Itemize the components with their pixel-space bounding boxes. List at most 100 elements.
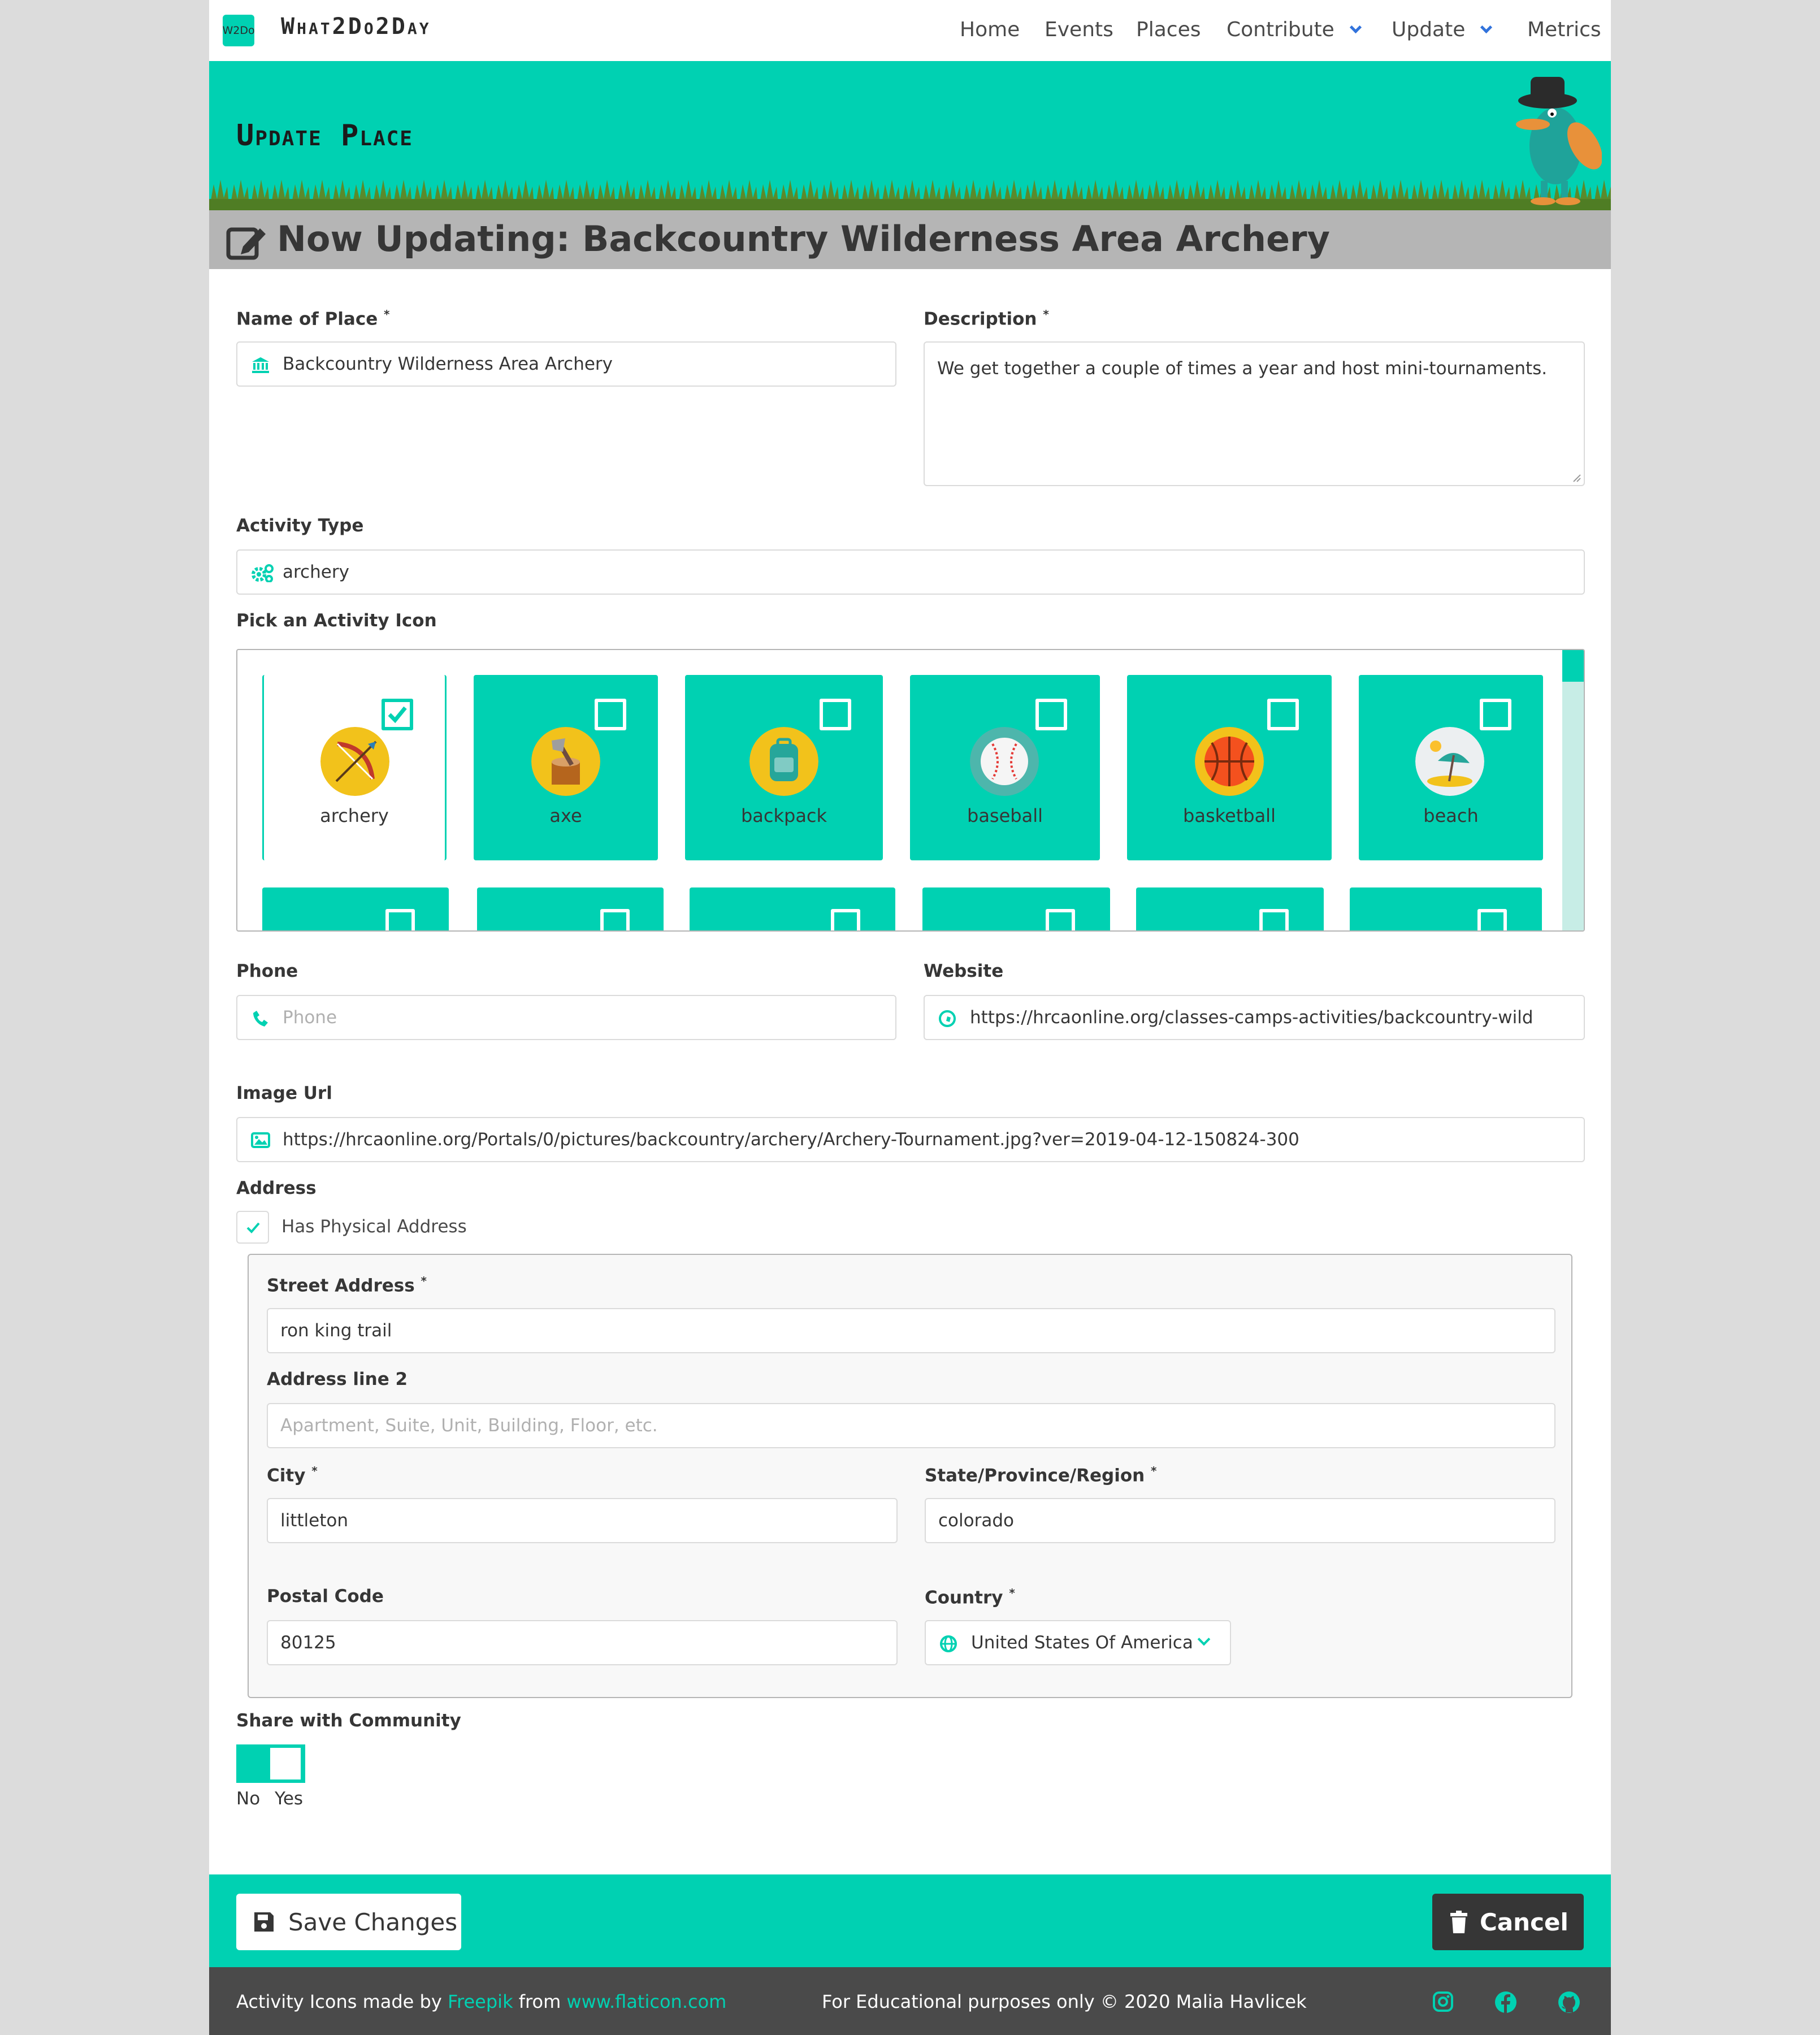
credit-from: from <box>518 1991 561 2012</box>
freepik-link[interactable]: Freepik <box>448 1991 513 2012</box>
street-input[interactable]: ron king trail <box>267 1308 1555 1353</box>
activity-type-input[interactable]: archery <box>236 549 1585 595</box>
icon-card[interactable] <box>690 887 895 930</box>
description-textarea[interactable]: We get together a couple of times a year… <box>924 341 1585 486</box>
postal-input[interactable]: 80125 <box>267 1620 898 1665</box>
address-label: Address <box>236 1178 317 1198</box>
street-label: Street Address * <box>267 1274 427 1296</box>
name-value: Backcountry Wilderness Area Archery <box>283 354 613 374</box>
page-title: Now Updating: Backcountry Wilderness Are… <box>277 218 1330 259</box>
platypus-mascot-icon <box>1516 77 1602 205</box>
scrollbar-track[interactable] <box>1562 650 1584 930</box>
icon-picker[interactable]: archery axe backpack baseball basketball… <box>236 649 1585 932</box>
name-label: Name of Place * <box>236 308 390 330</box>
checkbox-unchecked[interactable] <box>831 909 860 930</box>
beach-icon <box>1415 727 1484 796</box>
icon-card[interactable] <box>922 887 1110 930</box>
image-icon <box>251 1132 270 1148</box>
footer-copyright: For Educational purposes only © 2020 Mal… <box>822 1991 1307 2012</box>
image-url-input[interactable]: https://hrcaonline.org/Portals/0/picture… <box>236 1117 1585 1162</box>
flaticon-link[interactable]: www.flaticon.com <box>566 1991 726 2012</box>
city-label: City * <box>267 1464 318 1486</box>
github-icon[interactable] <box>1558 1991 1580 2014</box>
address-line2-input[interactable]: Apartment, Suite, Unit, Building, Floor,… <box>267 1403 1555 1448</box>
icon-card-label: baseball <box>967 805 1043 826</box>
cancel-button[interactable]: Cancel <box>1432 1894 1584 1950</box>
nav-metrics[interactable]: Metrics <box>1527 18 1601 41</box>
logo[interactable]: W2Do <box>222 15 255 46</box>
image-url-value: https://hrcaonline.org/Portals/0/picture… <box>283 1129 1299 1150</box>
check-icon <box>388 706 407 724</box>
description-value: We get together a couple of times a year… <box>937 358 1548 379</box>
checkbox-unchecked[interactable] <box>1035 699 1067 730</box>
share-toggle[interactable] <box>236 1744 305 1783</box>
hero-title: Update Place <box>236 119 413 153</box>
has-address-checkbox[interactable] <box>236 1211 269 1244</box>
city-input[interactable]: littleton <box>267 1498 898 1543</box>
street-value: ron king trail <box>280 1320 392 1341</box>
icon-card[interactable] <box>1136 887 1324 930</box>
instagram-icon[interactable] <box>1432 1991 1454 2012</box>
scrollbar-thumb[interactable] <box>1562 650 1584 682</box>
icon-card[interactable] <box>1350 887 1542 930</box>
edit-icon <box>226 227 266 260</box>
icon-card-archery[interactable]: archery <box>262 675 447 860</box>
state-label: State/Province/Region * <box>925 1464 1157 1486</box>
state-value: colorado <box>938 1510 1014 1531</box>
brand-name[interactable]: What2Do2Day <box>281 14 431 40</box>
resize-handle-icon[interactable] <box>1572 474 1581 483</box>
backpack-icon <box>749 727 818 796</box>
cogs-icon <box>252 564 274 582</box>
nav-update-label: Update <box>1392 18 1466 41</box>
trash-icon <box>1450 1911 1467 1933</box>
checkbox-unchecked[interactable] <box>1046 909 1075 930</box>
has-address-label[interactable]: Has Physical Address <box>281 1216 467 1237</box>
checkbox-unchecked[interactable] <box>1259 909 1289 930</box>
country-select[interactable]: United States Of America <box>925 1620 1231 1665</box>
icon-card[interactable] <box>477 887 664 930</box>
save-button-label: Save Changes <box>288 1908 458 1936</box>
footer-credit: Activity Icons made by Freepik from www.… <box>236 1991 726 2012</box>
checkbox-unchecked[interactable] <box>1267 699 1299 730</box>
icon-card-label: archery <box>320 805 389 826</box>
nav-contribute[interactable]: Contribute <box>1227 18 1362 41</box>
website-input[interactable]: https://hrcaonline.org/classes-camps-act… <box>924 995 1585 1040</box>
icon-card[interactable] <box>262 887 449 930</box>
icon-card-baseball[interactable]: baseball <box>910 675 1100 860</box>
grass-decoration <box>209 176 1611 210</box>
checkbox-unchecked[interactable] <box>1480 699 1511 730</box>
phone-icon <box>253 1011 268 1027</box>
nav-home[interactable]: Home <box>960 18 1020 41</box>
toggle-yes-label: Yes <box>275 1789 304 1809</box>
nav-places[interactable]: Places <box>1136 18 1201 41</box>
name-input[interactable]: Backcountry Wilderness Area Archery <box>236 341 896 387</box>
checkbox-checked[interactable] <box>382 699 413 730</box>
checkbox-unchecked[interactable] <box>1477 909 1507 930</box>
facebook-icon[interactable] <box>1494 1991 1517 2014</box>
checkbox-unchecked[interactable] <box>820 699 851 730</box>
postal-value: 80125 <box>280 1633 336 1653</box>
save-button[interactable]: Save Changes <box>236 1894 461 1950</box>
basketball-icon <box>1195 727 1264 796</box>
website-label: Website <box>924 961 1004 981</box>
landmark-icon <box>252 357 269 373</box>
icon-card-backpack[interactable]: backpack <box>685 675 883 860</box>
checkbox-unchecked[interactable] <box>595 699 626 730</box>
chevron-down-icon <box>1197 1633 1211 1646</box>
activity-type-label: Activity Type <box>236 516 364 536</box>
checkbox-unchecked[interactable] <box>385 909 415 930</box>
nav-update[interactable]: Update <box>1392 18 1493 41</box>
footer: Activity Icons made by Freepik from www.… <box>209 1967 1611 2035</box>
icon-card-axe[interactable]: axe <box>474 675 658 860</box>
country-value: United States Of America <box>971 1633 1193 1653</box>
state-input[interactable]: colorado <box>925 1498 1555 1543</box>
phone-input[interactable]: Phone <box>236 995 896 1040</box>
hero-banner: Update Place <box>209 61 1611 210</box>
state-label-text: State/Province/Region <box>925 1465 1145 1486</box>
toggle-knob[interactable] <box>270 1748 301 1779</box>
icon-card-beach[interactable]: beach <box>1359 675 1543 860</box>
checkbox-unchecked[interactable] <box>600 909 630 930</box>
icon-card-basketball[interactable]: basketball <box>1127 675 1332 860</box>
country-label: Country * <box>925 1586 1015 1608</box>
nav-events[interactable]: Events <box>1045 18 1113 41</box>
